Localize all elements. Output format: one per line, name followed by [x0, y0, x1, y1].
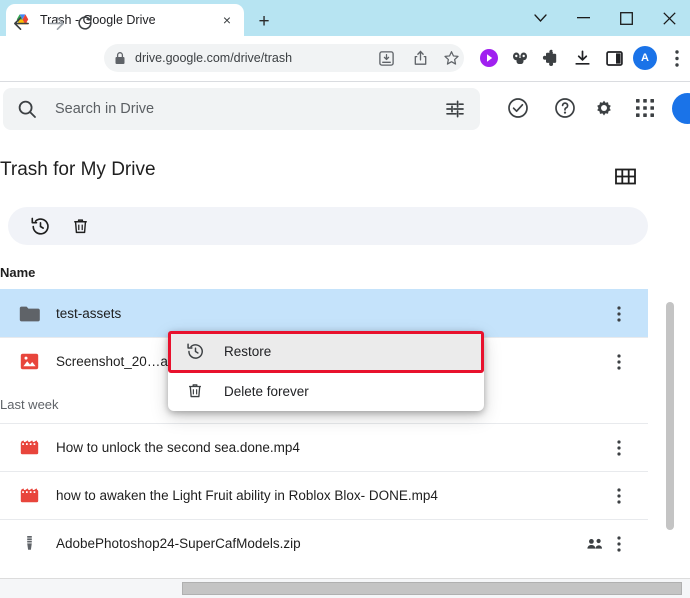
file-name: test-assets	[56, 306, 604, 321]
search-icon	[17, 99, 37, 119]
tune-icon[interactable]	[444, 98, 466, 120]
image-file-icon	[16, 352, 42, 371]
page-title: Trash for My Drive	[0, 159, 156, 181]
row-kebab-icon[interactable]	[604, 354, 634, 370]
video-file-icon	[16, 439, 42, 456]
bookmark-star-icon[interactable]	[440, 47, 462, 69]
search-placeholder: Search in Drive	[55, 101, 444, 117]
close-button[interactable]	[648, 0, 690, 36]
tab-search-button[interactable]	[519, 0, 562, 36]
grid-view-icon[interactable]	[611, 162, 639, 190]
context-menu-label: Delete forever	[224, 384, 309, 399]
title-bar: Trash - Google Drive × +	[0, 0, 690, 36]
row-kebab-icon[interactable]	[604, 536, 634, 552]
file-name: How to unlock the second sea.done.mp4	[56, 440, 604, 455]
table-row[interactable]: how to awaken the Light Fruit ability in…	[0, 471, 648, 519]
settings-gear-icon[interactable]	[590, 94, 618, 122]
apps-grid-icon[interactable]	[631, 94, 659, 122]
zip-file-icon	[16, 535, 42, 553]
context-menu-label: Restore	[224, 344, 271, 359]
context-menu-item-restore[interactable]: Restore	[168, 331, 484, 371]
forward-arrow-icon[interactable]	[41, 8, 71, 38]
trash-actions-toolbar	[8, 207, 648, 245]
new-tab-button[interactable]: +	[252, 9, 276, 33]
reload-icon[interactable]	[70, 8, 100, 38]
table-row[interactable]: test-assets	[0, 289, 648, 337]
context-menu-item-delete-forever[interactable]: Delete forever	[168, 371, 484, 411]
vertical-scrollbar-thumb[interactable]	[666, 302, 674, 530]
row-kebab-icon[interactable]	[604, 306, 634, 322]
trash-icon	[184, 382, 206, 400]
file-name: AdobePhotoshop24-SuperCafModels.zip	[56, 536, 579, 551]
folder-icon	[16, 305, 42, 323]
install-app-icon[interactable]	[375, 47, 397, 69]
restore-clock-icon	[184, 342, 206, 361]
context-menu: Restore Delete forever	[168, 331, 484, 411]
profile-avatar[interactable]: A	[633, 46, 657, 70]
puzzle-dark-icon[interactable]	[508, 46, 532, 70]
browser-kebab-icon[interactable]	[668, 45, 686, 71]
restore-clock-icon[interactable]	[24, 210, 56, 242]
trash-icon[interactable]	[64, 210, 96, 242]
table-row[interactable]: How to unlock the second sea.done.mp4	[0, 423, 648, 471]
lock-icon	[114, 51, 126, 65]
extensions-puzzle-icon[interactable]	[539, 46, 563, 70]
search-input[interactable]: Search in Drive	[3, 88, 480, 130]
browser-window: Trash - Google Drive × +	[0, 0, 690, 598]
sidepanel-icon[interactable]	[602, 46, 626, 70]
column-header-name: Name	[0, 265, 35, 280]
support-check-icon[interactable]	[504, 94, 532, 122]
close-icon[interactable]: ×	[218, 11, 236, 29]
content-bottom-edge	[0, 570, 690, 578]
downloads-icon[interactable]	[570, 46, 594, 70]
minimize-button[interactable]	[562, 0, 605, 36]
row-kebab-icon[interactable]	[604, 440, 634, 456]
file-name: how to awaken the Light Fruit ability in…	[56, 488, 604, 503]
media-play-icon[interactable]	[477, 46, 501, 70]
shared-people-icon	[587, 538, 604, 550]
video-file-icon	[16, 487, 42, 504]
horizontal-scrollbar-thumb[interactable]	[182, 582, 682, 595]
url-text: drive.google.com/drive/trash	[135, 51, 292, 65]
maximize-button[interactable]	[605, 0, 648, 36]
back-arrow-icon[interactable]	[6, 8, 36, 38]
help-icon[interactable]	[551, 94, 579, 122]
share-icon[interactable]	[409, 47, 431, 69]
row-kebab-icon[interactable]	[604, 488, 634, 504]
table-row[interactable]: AdobePhotoshop24-SuperCafModels.zip	[0, 519, 648, 567]
